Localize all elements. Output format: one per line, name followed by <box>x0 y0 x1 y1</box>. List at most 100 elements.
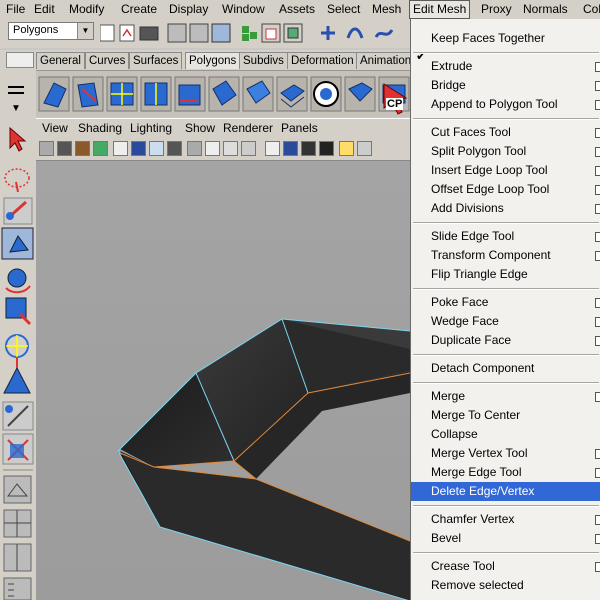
menu-item-merge-vertex-tool[interactable]: Merge Vertex Tool <box>431 444 528 463</box>
menu-assets[interactable]: Assets <box>279 1 315 17</box>
menu-select[interactable]: Select <box>327 1 360 17</box>
universal-manip-icon[interactable] <box>5 334 29 358</box>
menu-item-bridge[interactable]: Bridge <box>431 76 466 95</box>
option-box-icon[interactable] <box>595 562 600 572</box>
option-box-icon[interactable] <box>595 317 600 327</box>
panel-menu-show[interactable]: Show <box>185 121 215 135</box>
layout-outliner-icon[interactable] <box>3 577 32 600</box>
option-box-icon[interactable] <box>595 81 600 91</box>
smooth-shade-icon[interactable] <box>265 141 280 156</box>
lighting-icon[interactable] <box>339 141 354 156</box>
menu-item-keep-faces-together[interactable]: Keep Faces Together <box>431 29 545 48</box>
open-scene-icon[interactable] <box>119 24 135 42</box>
option-box-icon[interactable] <box>595 336 600 346</box>
shelf-tab-animation[interactable]: Animation <box>356 52 416 69</box>
option-box-icon[interactable] <box>595 534 600 544</box>
menu-item-delete-edge-vertex[interactable]: Delete Edge/Vertex <box>411 482 600 501</box>
menu-file[interactable]: File <box>6 1 25 17</box>
shelf-icon-1[interactable] <box>38 76 70 112</box>
shelf-tab-deformation[interactable]: Deformation <box>287 52 358 69</box>
menu-item-collapse[interactable]: Collapse <box>431 425 478 444</box>
option-box-icon[interactable] <box>595 232 600 242</box>
menu-item-merge[interactable]: Merge <box>431 387 465 406</box>
menu-item-remove-selected[interactable]: Remove selected <box>431 576 524 595</box>
menu-item-offset-edge-loop-tool[interactable]: Offset Edge Loop Tool <box>431 180 549 199</box>
menu-create[interactable]: Create <box>121 1 157 17</box>
menu-item-append-to-polygon-tool[interactable]: Append to Polygon Tool <box>431 95 558 114</box>
perspective-viewport[interactable] <box>36 161 410 600</box>
layout-two-icon[interactable] <box>3 543 32 572</box>
new-scene-icon[interactable] <box>100 24 115 42</box>
soft-mod-tool-icon[interactable] <box>3 358 31 394</box>
shelf-tab-surfaces[interactable]: Surfaces <box>129 52 183 69</box>
field-chart-icon[interactable] <box>187 141 202 156</box>
chevron-down-icon[interactable]: ▼ <box>77 23 93 39</box>
menu-item-bevel[interactable]: Bevel <box>431 529 461 548</box>
menu-item-add-divisions[interactable]: Add Divisions <box>431 199 504 218</box>
option-box-icon[interactable] <box>595 204 600 214</box>
menu-item-merge-edge-tool[interactable]: Merge Edge Tool <box>431 463 522 482</box>
menu-item-merge-to-center[interactable]: Merge To Center <box>431 406 520 425</box>
option-box-icon[interactable] <box>595 515 600 525</box>
option-box-icon[interactable] <box>595 251 600 261</box>
bookmark-icon[interactable] <box>75 141 90 156</box>
select-tool-icon[interactable] <box>9 126 27 152</box>
menu-item-cut-faces-tool[interactable]: Cut Faces Tool <box>431 123 511 142</box>
shelf-icon-7[interactable] <box>242 76 274 112</box>
layout-single-icon[interactable] <box>3 475 32 504</box>
snap-point-icon[interactable] <box>374 29 394 38</box>
textured-icon[interactable] <box>319 141 334 156</box>
menu-item-detach-component[interactable]: Detach Component <box>431 359 534 378</box>
grid-icon[interactable] <box>113 141 128 156</box>
select-by-object-icon[interactable] <box>189 23 209 43</box>
option-box-icon[interactable] <box>595 392 600 402</box>
option-box-icon[interactable] <box>595 449 600 459</box>
gate-mask-icon[interactable] <box>167 141 182 156</box>
option-box-icon[interactable] <box>595 185 600 195</box>
option-box-icon[interactable] <box>595 128 600 138</box>
rotate-tool-icon[interactable] <box>5 268 31 294</box>
menu-normals[interactable]: Normals <box>523 1 568 17</box>
menu-color[interactable]: Col <box>583 1 600 17</box>
shelf-icon-9[interactable] <box>310 76 342 112</box>
move-tool-icon[interactable] <box>1 227 34 260</box>
wireframe-icon[interactable] <box>241 141 256 156</box>
save-scene-icon[interactable] <box>139 26 159 41</box>
menu-item-insert-edge-loop-tool[interactable]: Insert Edge Loop Tool <box>431 161 548 180</box>
safe-action-icon[interactable] <box>205 141 220 156</box>
shelf-icon-4[interactable] <box>140 76 172 112</box>
menu-edit-mesh[interactable]: Edit Mesh <box>409 0 471 19</box>
menu-item-poke-face[interactable]: Poke Face <box>431 293 488 312</box>
option-box-icon[interactable] <box>595 62 600 72</box>
camera-select-icon[interactable] <box>39 141 54 156</box>
layout-four-icon[interactable] <box>3 509 32 538</box>
option-box-icon[interactable] <box>595 298 600 308</box>
option-box-icon[interactable] <box>595 100 600 110</box>
show-manipulator-icon[interactable] <box>2 401 34 431</box>
option-box-icon[interactable] <box>595 468 600 478</box>
shelf-icon-5[interactable] <box>174 76 206 112</box>
lasso-tool-icon[interactable] <box>4 168 30 193</box>
bounding-box-icon[interactable] <box>301 141 316 156</box>
shelf-scroll-area[interactable] <box>6 52 34 68</box>
shelf-tab-curves[interactable]: Curves <box>85 52 130 69</box>
safe-title-icon[interactable] <box>223 141 238 156</box>
menu-item-transform-component[interactable]: Transform Component <box>431 246 551 265</box>
cp-shelf-button[interactable]: CP <box>380 78 410 116</box>
menu-item-chamfer-vertex[interactable]: Chamfer Vertex <box>431 510 514 529</box>
select-by-component-icon[interactable] <box>211 23 231 43</box>
option-box-icon[interactable] <box>595 166 600 176</box>
select-by-hierarchy-icon[interactable] <box>167 23 187 43</box>
shelf-tab-general[interactable]: General <box>36 52 85 69</box>
menu-mesh[interactable]: Mesh <box>372 1 401 17</box>
shelf-icon-2[interactable] <box>72 76 104 112</box>
panel-menu-renderer[interactable]: Renderer <box>223 121 273 135</box>
menu-modify[interactable]: Modify <box>69 1 104 17</box>
shelf-tab-polygons[interactable]: Polygons <box>185 52 241 69</box>
shelf-icon-3[interactable] <box>106 76 138 112</box>
option-box-icon[interactable] <box>595 147 600 157</box>
shelf-menu-arrow-icon[interactable]: ▼ <box>8 104 24 114</box>
menu-edit[interactable]: Edit <box>34 1 55 17</box>
panel-menu-view[interactable]: View <box>42 121 68 135</box>
flat-shade-icon[interactable] <box>283 141 298 156</box>
